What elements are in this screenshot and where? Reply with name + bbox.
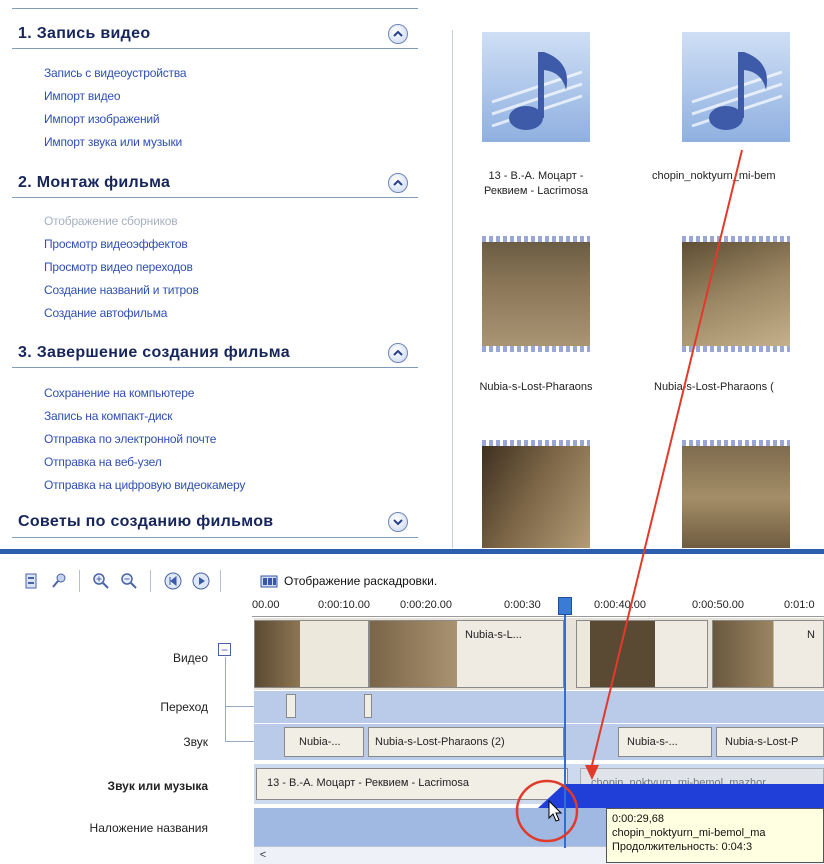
drag-arrow [591,149,743,766]
tooltip-clip-name: chopin_noktyurn_mi-bemol_ma [612,827,766,839]
mouse-pointer-icon [548,800,563,822]
highlight-circle [515,779,579,843]
tooltip-duration: Продолжительность: 0:04:3 [612,841,753,853]
tooltip-time: 0:00:29,68 [612,813,664,825]
clip-tooltip: 0:00:29,68 chopin_noktyurn_mi-bemol_ma П… [606,808,824,863]
drag-arrow-head [585,765,599,780]
annotation-overlay [515,149,743,843]
